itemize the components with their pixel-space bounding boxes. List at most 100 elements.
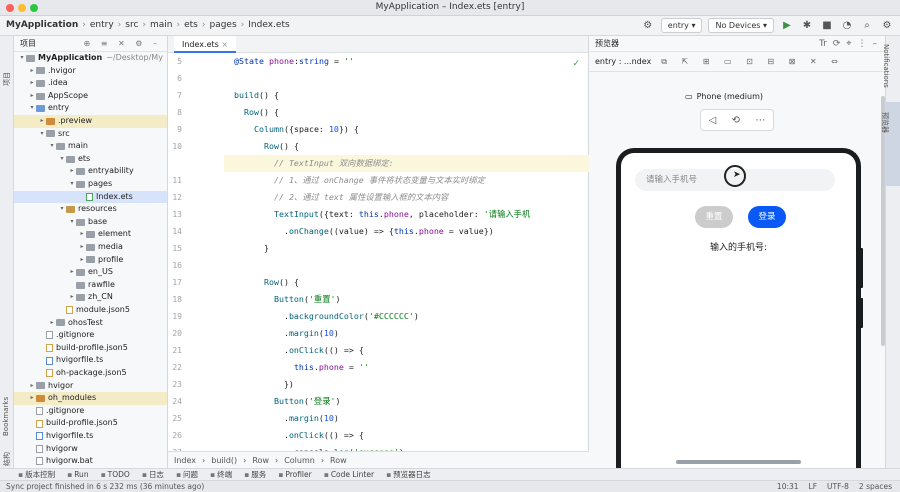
project-panel-title[interactable]: 项目 bbox=[20, 38, 36, 49]
tree-item[interactable]: ▸ element bbox=[14, 228, 167, 241]
tree-item[interactable]: ▸ en_US bbox=[14, 266, 167, 279]
code-line[interactable]: } bbox=[224, 240, 589, 257]
tree-item[interactable]: oh-package.json5 bbox=[14, 367, 167, 380]
rotate-icon[interactable]: ⟲ bbox=[732, 115, 740, 126]
back-icon[interactable]: ◁ bbox=[709, 115, 717, 126]
more-options-icon[interactable]: ⋯ bbox=[755, 115, 765, 126]
chevron-right-icon[interactable]: ▸ bbox=[28, 392, 36, 405]
tree-item[interactable]: ▾ base bbox=[14, 216, 167, 229]
tree-item[interactable]: ▸ ohosTest bbox=[14, 317, 167, 330]
previewer-toolbar-icons[interactable]: ⧉ ⇱ ⊞ ▭ ⊡ ⊟ ⊠ ✕ ⇔ bbox=[661, 57, 844, 67]
tree-item[interactable]: .gitignore bbox=[14, 329, 167, 342]
tree-item[interactable]: ▾ resources bbox=[14, 203, 167, 216]
chevron-down-icon[interactable]: ▾ bbox=[48, 140, 56, 153]
code-line[interactable]: Column({space: 10}) { bbox=[224, 121, 589, 138]
editor-breadcrumb-item[interactable]: Row bbox=[252, 456, 269, 465]
tool-window-tab[interactable]: 问题 bbox=[176, 469, 198, 480]
editor-breadcrumb-item[interactable]: Row bbox=[330, 456, 347, 465]
code-line[interactable]: Row() { bbox=[224, 138, 589, 155]
chevron-right-icon[interactable]: ▸ bbox=[28, 77, 36, 90]
gear-icon[interactable]: ⚙ bbox=[880, 19, 894, 33]
breadcrumb-item[interactable]: entry bbox=[90, 20, 114, 30]
search-icon[interactable]: ⌕ bbox=[860, 19, 874, 33]
structure-tool-tab[interactable]: 结构 bbox=[2, 452, 12, 466]
code-line[interactable]: .onClick(() => { bbox=[224, 427, 589, 444]
code-line[interactable]: Button('重置') bbox=[224, 291, 589, 308]
chevron-right-icon[interactable]: ▸ bbox=[28, 65, 36, 78]
tree-item[interactable]: ▸ profile bbox=[14, 254, 167, 267]
chevron-down-icon[interactable]: ▾ bbox=[58, 153, 66, 166]
chevron-right-icon[interactable]: ▸ bbox=[38, 115, 46, 128]
close-tab-icon[interactable]: × bbox=[221, 40, 228, 49]
tool-window-tab[interactable]: 终端 bbox=[210, 469, 232, 480]
tree-item[interactable]: ▸ entryability bbox=[14, 165, 167, 178]
tree-item[interactable]: hvigorw.bat bbox=[14, 455, 167, 468]
home-indicator[interactable] bbox=[676, 460, 801, 464]
reset-button[interactable]: 重置 bbox=[695, 206, 733, 228]
tool-window-tab[interactable]: 服务 bbox=[244, 469, 266, 480]
tool-window-tab[interactable]: 版本控制 bbox=[18, 469, 55, 480]
tool-window-tab[interactable]: Profiler bbox=[278, 470, 311, 479]
code-line[interactable]: // TextInput 双向数据绑定: bbox=[224, 155, 589, 172]
tree-item[interactable]: ▸ .hvigor bbox=[14, 65, 167, 78]
code-line[interactable]: .onClick(() => { bbox=[224, 342, 589, 359]
tree-item[interactable]: module.json5 bbox=[14, 304, 167, 317]
code-line[interactable]: Row() { bbox=[224, 104, 589, 121]
notifications-tool-tab[interactable]: Notifications bbox=[882, 44, 890, 88]
code-line[interactable]: console.log('success') bbox=[224, 444, 589, 451]
code-line[interactable]: @State phone:string = '' bbox=[224, 53, 589, 70]
more-icon[interactable]: ⋮ bbox=[858, 39, 867, 49]
breadcrumb-item[interactable]: src bbox=[125, 20, 138, 30]
login-button[interactable]: 登录 bbox=[748, 206, 786, 228]
indent-setting[interactable]: 2 spaces bbox=[859, 481, 892, 492]
breadcrumb-item[interactable]: pages bbox=[209, 20, 236, 30]
code-line[interactable]: // 1、通过 onChange 事件将状态变量与文本实时绑定 bbox=[224, 172, 589, 189]
code-line[interactable]: .margin(10) bbox=[224, 410, 589, 427]
tree-item[interactable]: hvigorfile.ts bbox=[14, 430, 167, 443]
code-line[interactable] bbox=[224, 70, 589, 87]
stop-icon[interactable]: ■ bbox=[820, 19, 834, 33]
tree-item[interactable]: build-profile.json5 bbox=[14, 342, 167, 355]
tree-item[interactable]: ▸ hvigor bbox=[14, 380, 167, 393]
code-line[interactable]: }) bbox=[224, 376, 589, 393]
chevron-down-icon[interactable]: ▾ bbox=[28, 102, 36, 115]
tool-window-tab[interactable]: Run bbox=[67, 470, 88, 479]
tree-item[interactable]: ▾ MyApplication ~/Desktop/My bbox=[14, 52, 167, 65]
settings-icon[interactable]: ⚙ bbox=[641, 19, 655, 33]
chevron-down-icon[interactable]: ▾ bbox=[68, 178, 76, 191]
chevron-down-icon[interactable]: ▾ bbox=[38, 128, 46, 141]
previewer-tool-tab[interactable]: 预览器 bbox=[880, 112, 890, 133]
chevron-down-icon[interactable]: ▾ bbox=[68, 216, 76, 229]
chevron-right-icon[interactable]: ▸ bbox=[28, 90, 36, 103]
previewer-target[interactable]: entry : ...ndex bbox=[595, 57, 651, 66]
inspection-ok-icon[interactable]: ✓ bbox=[572, 59, 580, 69]
tree-item[interactable]: build-profile.json5 bbox=[14, 417, 167, 430]
breadcrumb-item[interactable]: ets bbox=[184, 20, 198, 30]
project-tool-tab[interactable]: 项目 bbox=[2, 72, 12, 86]
bookmarks-tool-tab[interactable]: Bookmarks bbox=[2, 397, 10, 436]
chevron-right-icon[interactable]: ▸ bbox=[78, 228, 86, 241]
tree-item[interactable]: Index.ets bbox=[14, 190, 167, 204]
chevron-down-icon[interactable]: ▾ bbox=[58, 203, 66, 216]
profile-icon[interactable]: ◔ bbox=[840, 19, 854, 33]
chevron-right-icon[interactable]: ▸ bbox=[28, 380, 36, 393]
tree-item[interactable]: hvigorfile.ts bbox=[14, 354, 167, 367]
tree-item[interactable]: hvigorw bbox=[14, 443, 167, 456]
run-icon[interactable]: ▶ bbox=[780, 19, 794, 33]
tree-item[interactable]: ▸ .idea bbox=[14, 77, 167, 90]
tool-window-tab[interactable]: 预览器日志 bbox=[386, 469, 431, 480]
code-area[interactable]: @State phone:string = '' build() { Row()… bbox=[224, 53, 589, 451]
chevron-right-icon[interactable]: ▸ bbox=[48, 317, 56, 330]
encoding[interactable]: UTF-8 bbox=[827, 481, 849, 492]
tree-item[interactable]: ▸ AppScope bbox=[14, 90, 167, 103]
editor-breadcrumb-item[interactable]: Column bbox=[284, 456, 315, 465]
code-line[interactable]: TextInput({text: this.phone, placeholder… bbox=[224, 206, 589, 223]
tree-item[interactable]: rawfile bbox=[14, 279, 167, 292]
tool-window-tab[interactable]: TODO bbox=[101, 470, 130, 479]
status-message[interactable]: Sync project finished in 6 s 232 ms (36 … bbox=[6, 482, 204, 491]
tree-item[interactable]: ▸ .preview bbox=[14, 115, 167, 128]
tree-item[interactable]: ▾ main bbox=[14, 140, 167, 153]
chevron-right-icon[interactable]: ▸ bbox=[78, 254, 86, 267]
tree-item[interactable]: ▾ ets bbox=[14, 153, 167, 166]
previewer-header-tools[interactable]: Tr ⟳ ⌖ ⋮ – bbox=[819, 39, 877, 49]
